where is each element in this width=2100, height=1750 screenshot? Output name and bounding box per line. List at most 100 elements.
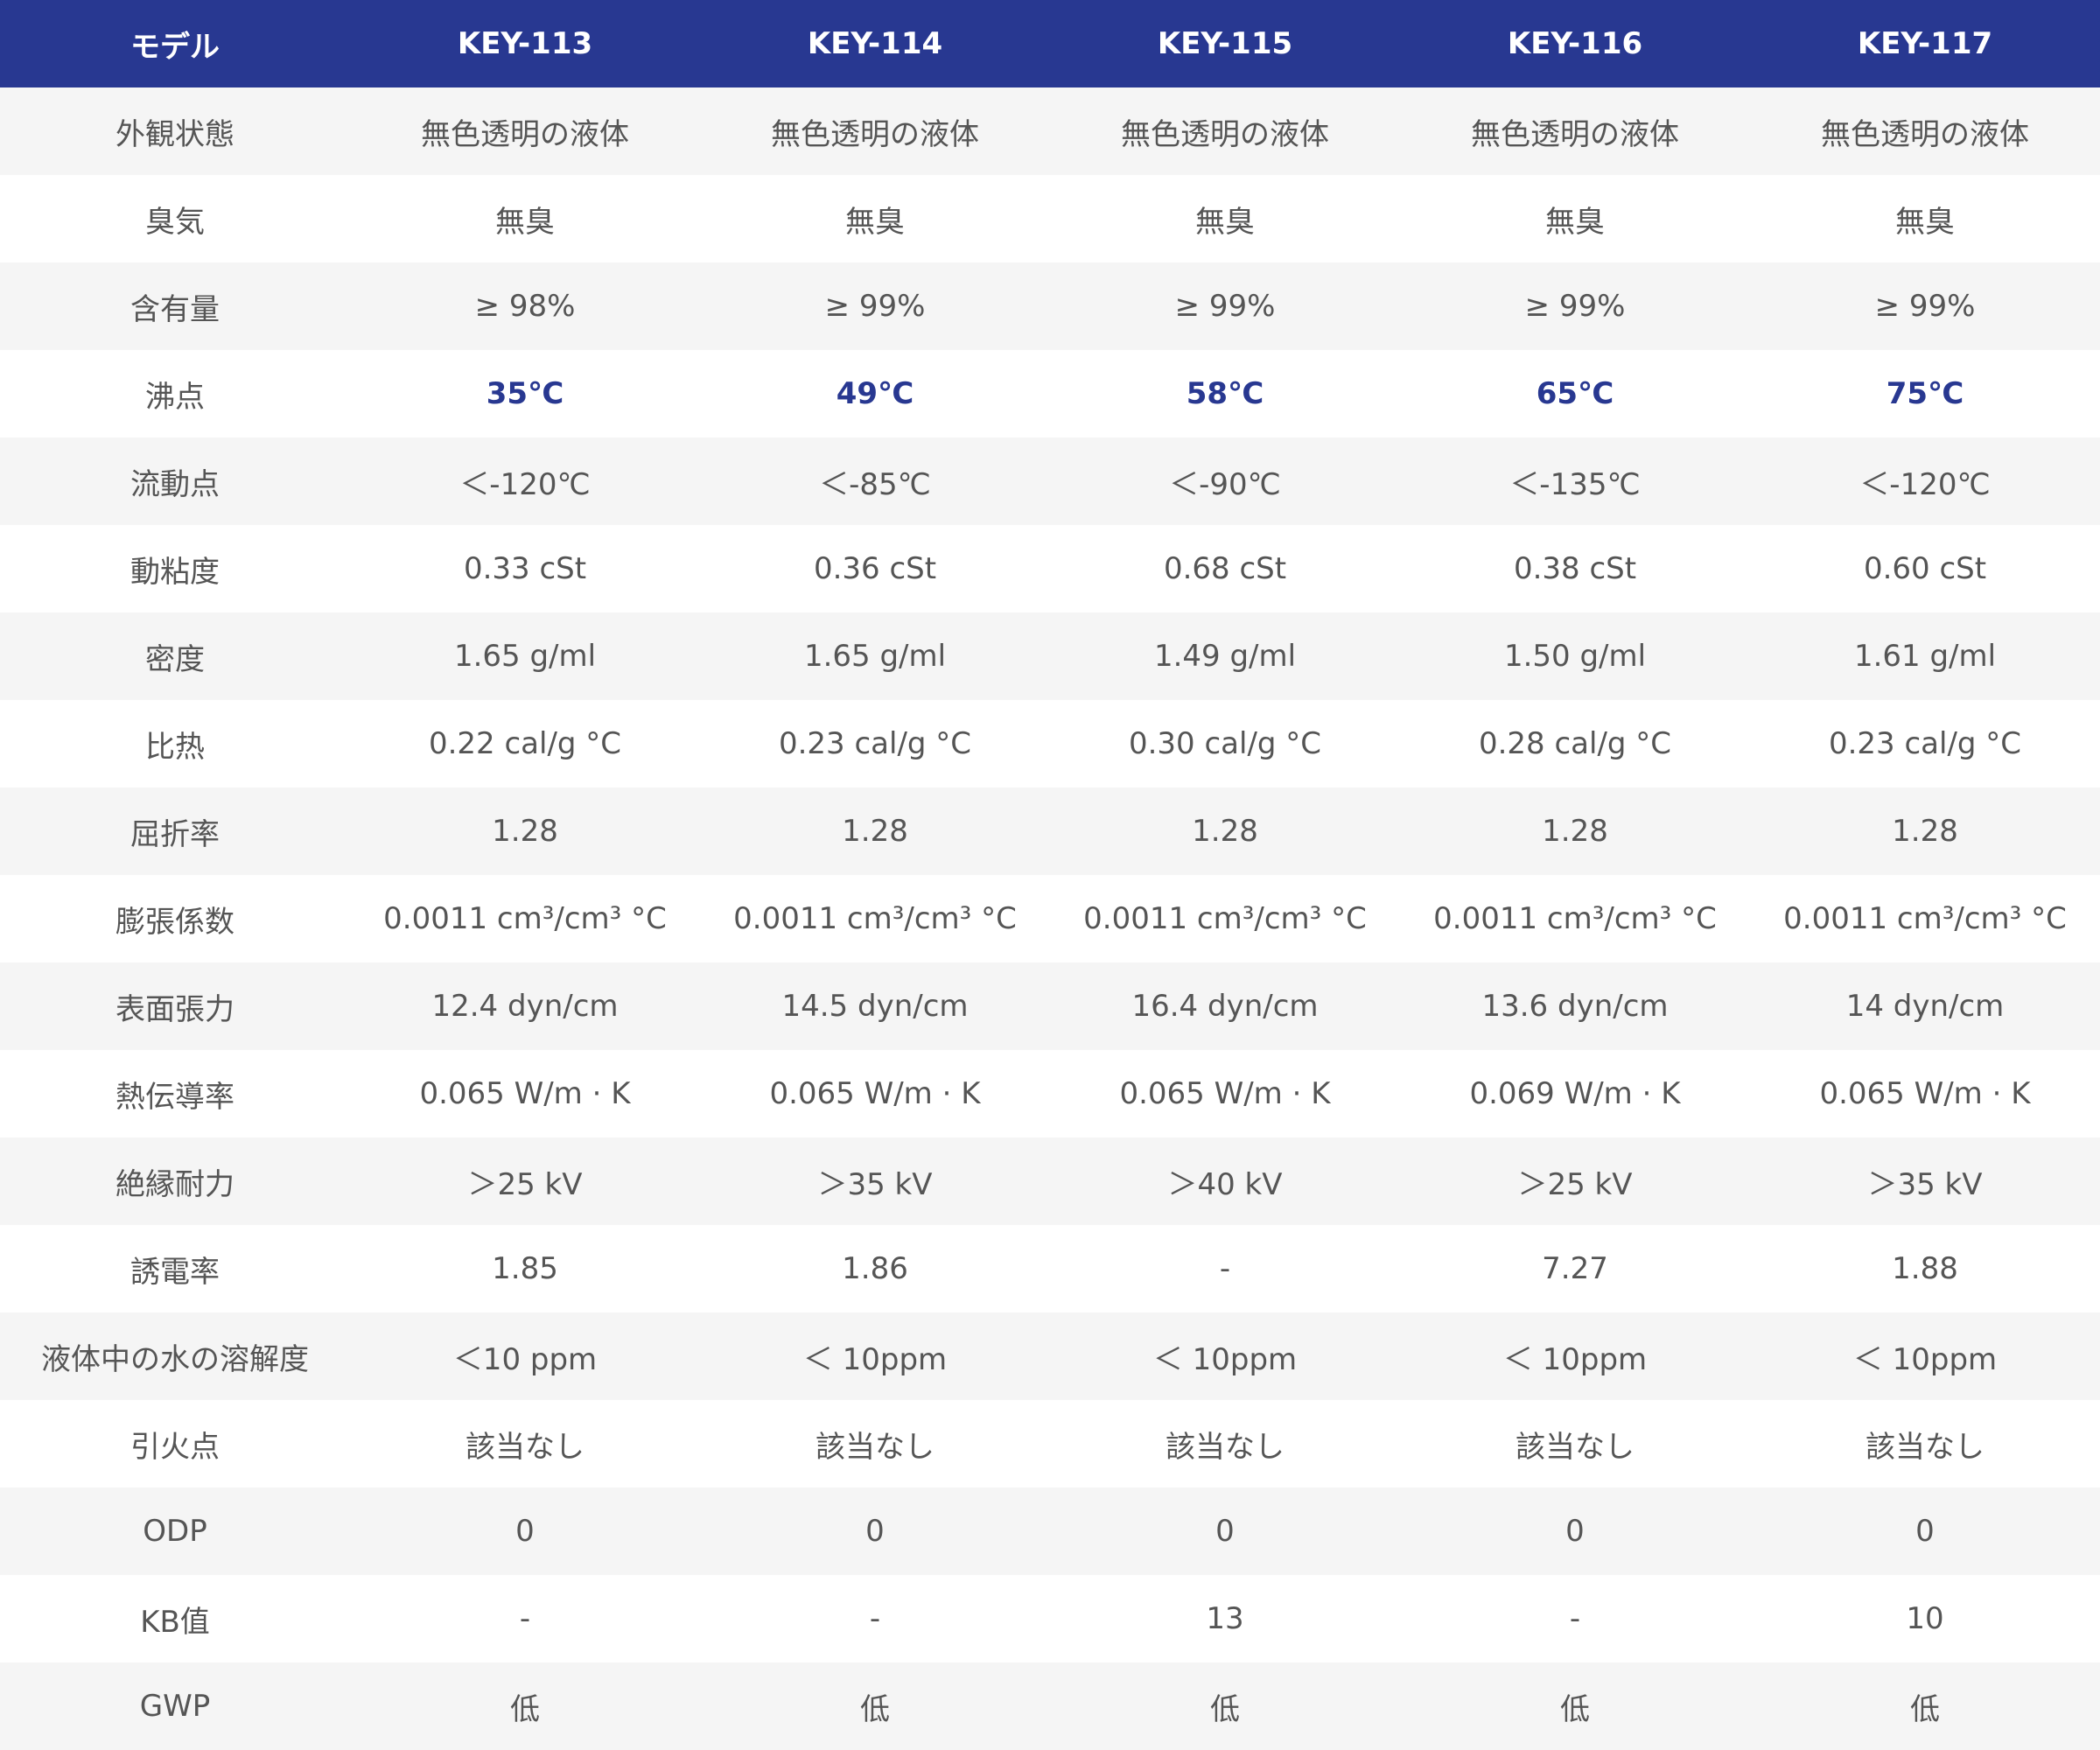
table-cell: 49℃ xyxy=(836,376,914,411)
table-cell: ＜-90℃ xyxy=(1169,466,1281,502)
row-label: 沸点 xyxy=(145,379,205,415)
table-cell: 14.5 dyn/cm xyxy=(781,989,969,1024)
table-cell: ＜-85℃ xyxy=(819,466,931,502)
table-cell: 0.28 cal/g °C xyxy=(1478,726,1672,761)
table-cell: 1.88 xyxy=(1892,1251,1958,1286)
table-row: 臭気 無臭 無臭 無臭 無臭 無臭 xyxy=(0,175,2100,262)
table-row: 比热 0.22 cal/g °C 0.23 cal/g °C 0.30 cal/g °… xyxy=(0,700,2100,788)
table-row: 沸点 35℃ 49℃ 58℃ 65℃ 75℃ xyxy=(0,350,2100,438)
table-cell: 該当なし xyxy=(1516,1429,1634,1465)
table-cell: 0.23 cal/g °C xyxy=(778,726,972,761)
table-row: KB值 - - 13 - 10 xyxy=(0,1575,2100,1662)
table-cell: - xyxy=(519,1601,531,1636)
table-row: 誘電率 1.85 1.86 - 7.27 1.88 xyxy=(0,1225,2100,1312)
table-row: 動粘度 0.33 cSt 0.36 cSt 0.68 cSt 0.38 cSt 0.60 … xyxy=(0,525,2100,612)
table-cell: 無臭 xyxy=(845,204,905,240)
table-cell: 0.0011 cm³/cm³ °C xyxy=(733,901,1017,936)
table-row: 膨張係数 0.0011 cm³/cm³ °C 0.0011 cm³/cm³ °C 0.… xyxy=(0,875,2100,962)
table-row: ODP 0 0 0 0 0 xyxy=(0,1488,2100,1575)
table-cell: 0.38 cSt xyxy=(1513,551,1637,586)
table-cell: 0.23 cal/g °C xyxy=(1828,726,2022,761)
table-cell: ≥ 99% xyxy=(1524,289,1626,324)
table-cell: 低 xyxy=(860,1691,890,1727)
table-cell: 0.0011 cm³/cm³ °C xyxy=(1083,901,1367,936)
table-cell: 1.65 g/ml xyxy=(803,639,947,674)
table-cell: 該当なし xyxy=(816,1429,934,1465)
table-cell: 0.065 W/m · K xyxy=(1819,1076,2031,1111)
table-cell: 16.4 dyn/cm xyxy=(1131,989,1319,1024)
table-cell: ＞25 kV xyxy=(1517,1166,1633,1202)
table-cell: ＜-120℃ xyxy=(459,466,591,502)
row-label: ODP xyxy=(143,1514,207,1549)
table-row: 密度 1.65 g/ml 1.65 g/ml 1.49 g/ml 1.50 g/ml 1.… xyxy=(0,612,2100,700)
table-cell: ＞35 kV xyxy=(817,1166,933,1202)
table-cell: 低 xyxy=(510,1691,540,1727)
table-cell: ＜ 10ppm xyxy=(1502,1341,1648,1377)
row-label: 臭気 xyxy=(145,204,205,240)
table-cell: 65℃ xyxy=(1536,376,1614,411)
table-cell: ＜ 10ppm xyxy=(1152,1341,1298,1377)
table-row: GWP 低 低 低 低 低 xyxy=(0,1662,2100,1750)
table-cell: 0 xyxy=(515,1514,535,1549)
table-cell: 無臭 xyxy=(1895,204,1955,240)
table-cell: 0 xyxy=(1215,1514,1235,1549)
table-row: 外観状態 無色透明の液体 無色透明の液体 無色透明の液体 無色透明の液体 無色透明の液体 xyxy=(0,88,2100,175)
table-cell: 無臭 xyxy=(1545,204,1605,240)
table-cell: 13 xyxy=(1206,1601,1244,1636)
table-cell: 1.61 g/ml xyxy=(1853,639,1997,674)
table-cell: 0.065 W/m · K xyxy=(419,1076,631,1111)
row-label: 引火点 xyxy=(130,1429,220,1465)
table-row: 表面張力 12.4 dyn/cm 14.5 dyn/cm 16.4 dyn/cm 13.… xyxy=(0,962,2100,1050)
table-cell: 75℃ xyxy=(1886,376,1964,411)
table-cell: 0.60 cSt xyxy=(1863,551,1987,586)
header-row: モデル KEY-113 KEY-114 KEY-115 KEY-116 KEY-… xyxy=(0,0,2100,88)
table-row: 熱伝導率 0.065 W/m · K 0.065 W/m · K 0.065 W/m … xyxy=(0,1050,2100,1138)
table-cell: 10 xyxy=(1906,1601,1944,1636)
table-cell: 低 xyxy=(1560,1691,1590,1727)
table-cell: 1.28 xyxy=(1542,814,1608,849)
table-cell: 1.65 g/ml xyxy=(453,639,597,674)
table-cell: 無色透明の液体 xyxy=(1821,116,2029,152)
table-cell: ＜-135℃ xyxy=(1509,466,1641,502)
table-row: 液体中の水の溶解度 ＜10 ppm ＜ 10ppm ＜ 10ppm ＜ 10ppm ＜ 1… xyxy=(0,1312,2100,1400)
table-cell: 無色透明の液体 xyxy=(1471,116,1679,152)
table-cell: ≥ 99% xyxy=(1874,289,1976,324)
row-label: 含有量 xyxy=(130,291,220,327)
row-label: 熱伝導率 xyxy=(116,1079,234,1115)
table-cell: 0.30 cal/g °C xyxy=(1128,726,1322,761)
row-label: 密度 xyxy=(145,641,205,677)
table-row: 絶縁耐力 ＞25 kV ＞35 kV ＞40 kV ＞25 kV ＞35 kV xyxy=(0,1138,2100,1225)
table-cell: ＜ 10ppm xyxy=(802,1341,948,1377)
row-label: GWP xyxy=(139,1689,211,1724)
table-cell: 14 dyn/cm xyxy=(1845,989,2005,1024)
table-cell: ＜ 10ppm xyxy=(1852,1341,1998,1377)
table-cell: 1.86 xyxy=(842,1251,908,1286)
table-cell: 0 xyxy=(865,1514,885,1549)
table-cell: 0.33 cSt xyxy=(463,551,587,586)
header-key-113: KEY-113 xyxy=(457,26,593,61)
table-cell: ＜10 ppm xyxy=(452,1341,598,1377)
table-row: 含有量 ≥ 98% ≥ 99% ≥ 99% ≥ 99% ≥ 99% xyxy=(0,262,2100,350)
table-cell: - xyxy=(1219,1251,1231,1286)
table-cell: - xyxy=(1569,1601,1581,1636)
header-model: モデル xyxy=(130,29,220,65)
row-label: 外観状態 xyxy=(116,116,234,152)
row-label: KB值 xyxy=(140,1604,210,1640)
table-row: 屈折率 1.28 1.28 1.28 1.28 1.28 xyxy=(0,788,2100,875)
row-label: 屈折率 xyxy=(130,816,220,852)
table-cell: 無臭 xyxy=(1195,204,1255,240)
spec-table: モデル KEY-113 KEY-114 KEY-115 KEY-116 KEY-… xyxy=(0,0,2100,1750)
table-cell: 1.85 xyxy=(492,1251,558,1286)
table-cell: 無色透明の液体 xyxy=(771,116,979,152)
table-cell: 該当なし xyxy=(466,1429,584,1465)
table-cell: 低 xyxy=(1210,1691,1240,1727)
table-cell: 12.4 dyn/cm xyxy=(431,989,619,1024)
row-label: 膨張係数 xyxy=(116,904,234,940)
table-cell: 13.6 dyn/cm xyxy=(1481,989,1669,1024)
table-cell: ≥ 98% xyxy=(474,289,576,324)
table-cell: 無色透明の液体 xyxy=(421,116,629,152)
table-cell: 0.0011 cm³/cm³ °C xyxy=(1433,901,1717,936)
table-cell: 58℃ xyxy=(1186,376,1264,411)
table-cell: 0.065 W/m · K xyxy=(769,1076,981,1111)
table-cell: 1.28 xyxy=(492,814,558,849)
